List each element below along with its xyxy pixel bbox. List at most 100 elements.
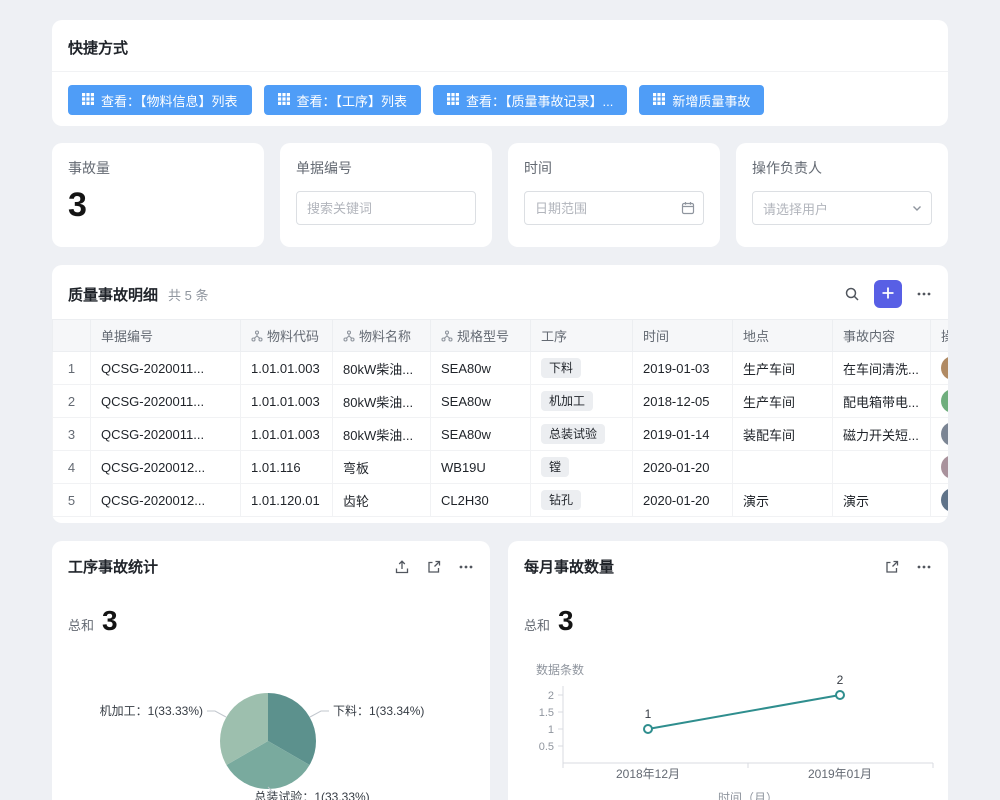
table-row[interactable]: 2 QCSG-2020011... 1.01.01.003 80kW柴油... … xyxy=(53,385,949,418)
detail-table-title: 质量事故明细 xyxy=(68,284,158,305)
process-tag: 钻孔 xyxy=(541,490,581,510)
col-process[interactable]: 工序 xyxy=(531,320,633,352)
col-spec[interactable]: 规格型号 xyxy=(431,320,531,352)
expand-icon[interactable] xyxy=(884,559,900,575)
chevron-down-icon xyxy=(911,202,923,214)
add-quality-accident-button[interactable]: 新增质量事故 xyxy=(639,85,764,115)
doc-no-search-input[interactable] xyxy=(296,191,476,225)
cell-time: 2019-01-14 xyxy=(633,418,733,451)
cell-spec: SEA80w xyxy=(431,418,531,451)
col-material-code[interactable]: 物料代码 xyxy=(241,320,333,352)
process-pie-chart: 机加工：1(33.33%) 下料：1(33.34%) 总装试验：1(33.33%… xyxy=(52,681,490,800)
cell-operator xyxy=(931,451,949,484)
more-icon[interactable] xyxy=(916,559,932,575)
y-tick: 1 xyxy=(548,724,554,736)
y-tick: 0.5 xyxy=(539,741,554,753)
detail-table: 单据编号 物料代码 物料名称 规格型号 工序 时间 地点 事故内容 操作负责人 … xyxy=(52,319,948,517)
process-tag: 机加工 xyxy=(541,391,593,411)
cell-operator xyxy=(931,418,949,451)
cell-spec: SEA80w xyxy=(431,385,531,418)
data-point[interactable] xyxy=(836,691,844,699)
cell-place: 装配车间 xyxy=(733,418,833,451)
cell-operator xyxy=(931,352,949,385)
col-material-name[interactable]: 物料名称 xyxy=(333,320,431,352)
expand-icon[interactable] xyxy=(426,559,442,575)
cell-doc-no: QCSG-2020011... xyxy=(91,352,241,385)
cell-content: 磁力开关短... xyxy=(833,418,931,451)
col-doc-no[interactable]: 单据编号 xyxy=(91,320,241,352)
grid-icon xyxy=(278,93,290,108)
dashboard-page: 快捷方式 查看：【物料信息】列表 查看：【工序】列表 查看：【质量事故记录】..… xyxy=(0,0,1000,800)
row-index: 4 xyxy=(53,451,91,484)
table-row[interactable]: 1 QCSG-2020011... 1.01.01.003 80kW柴油... … xyxy=(53,352,949,385)
pie-label-jijiagong: 机加工：1(33.33%) xyxy=(100,704,203,718)
cell-material-name: 80kW柴油... xyxy=(333,385,431,418)
cell-material-name: 80kW柴油... xyxy=(333,418,431,451)
x-axis-name: 时间（月） xyxy=(718,791,778,800)
cell-spec: WB19U xyxy=(431,451,531,484)
line-series xyxy=(648,695,840,729)
table-row[interactable]: 3 QCSG-2020011... 1.01.01.003 80kW柴油... … xyxy=(53,418,949,451)
cell-place: 演示 xyxy=(733,484,833,517)
date-range-input[interactable] xyxy=(524,191,704,225)
user-select[interactable]: 请选择用户 xyxy=(752,191,932,225)
operator-label: 操作负责人 xyxy=(752,158,932,178)
relation-icon xyxy=(343,330,355,345)
export-icon[interactable] xyxy=(394,559,410,575)
add-record-button[interactable] xyxy=(874,280,902,308)
time-label: 时间 xyxy=(524,158,704,178)
y-tick: 1.5 xyxy=(539,707,554,719)
col-content[interactable]: 事故内容 xyxy=(833,320,931,352)
process-tag: 下料 xyxy=(541,358,581,378)
grid-icon xyxy=(447,93,459,108)
cell-material-code: 1.01.01.003 xyxy=(241,385,333,418)
more-icon[interactable] xyxy=(458,559,474,575)
col-time[interactable]: 时间 xyxy=(633,320,733,352)
cell-spec: CL2H30 xyxy=(431,484,531,517)
cell-process: 总装试验 xyxy=(531,418,633,451)
col-operator[interactable]: 操作负责人 xyxy=(931,320,949,352)
accident-count-label: 事故量 xyxy=(68,158,248,178)
button-label: 查看：【物料信息】列表 xyxy=(101,91,238,110)
cell-place xyxy=(733,451,833,484)
table-header-row: 单据编号 物料代码 物料名称 规格型号 工序 时间 地点 事故内容 操作负责人 xyxy=(53,320,949,352)
data-point[interactable] xyxy=(644,725,652,733)
cell-process: 镗 xyxy=(531,451,633,484)
pie-leader-right xyxy=(310,711,329,717)
row-index: 3 xyxy=(53,418,91,451)
table-row[interactable]: 4 QCSG-2020012... 1.01.116 弯板 WB19U 镗 20… xyxy=(53,451,949,484)
cell-place: 生产车间 xyxy=(733,385,833,418)
cell-doc-no: QCSG-2020011... xyxy=(91,385,241,418)
y-axis-name: 数据条数 xyxy=(536,662,584,677)
operator-filter-card: 操作负责人 请选择用户 xyxy=(736,143,948,247)
search-icon[interactable] xyxy=(844,286,860,302)
table-row[interactable]: 5 QCSG-2020012... 1.01.120.01 齿轮 CL2H30 … xyxy=(53,484,949,517)
cell-time: 2018-12-05 xyxy=(633,385,733,418)
process-tag: 总装试验 xyxy=(541,424,605,444)
monthly-accidents-title: 每月事故数量 xyxy=(524,556,614,577)
view-quality-records-button[interactable]: 查看：【质量事故记录】... xyxy=(433,85,627,115)
cell-operator xyxy=(931,385,949,418)
shortcuts-row: 查看：【物料信息】列表 查看：【工序】列表 查看：【质量事故记录】... 新增质… xyxy=(52,72,948,128)
doc-no-filter-card: 单据编号 xyxy=(280,143,492,247)
detail-table-count: 共 5 条 xyxy=(168,285,208,304)
avatar xyxy=(941,389,948,413)
view-process-list-button[interactable]: 查看：【工序】列表 xyxy=(264,85,422,115)
process-stats-card: 工序事故统计 总和 3 机加工：1(3 xyxy=(52,541,490,800)
col-place[interactable]: 地点 xyxy=(733,320,833,352)
cell-material-code: 1.01.116 xyxy=(241,451,333,484)
more-icon[interactable] xyxy=(916,286,932,302)
avatar xyxy=(941,422,948,446)
calendar-icon xyxy=(681,201,695,215)
cell-doc-no: QCSG-2020012... xyxy=(91,451,241,484)
cell-material-name: 弯板 xyxy=(333,451,431,484)
quality-accident-detail-card: 质量事故明细 共 5 条 单据编号 xyxy=(52,265,948,523)
accident-count-value: 3 xyxy=(68,188,248,222)
pie-label-zongzhuangshiyan: 总装试验：1(33.33%) xyxy=(254,789,369,800)
cell-doc-no: QCSG-2020011... xyxy=(91,418,241,451)
point-label: 2 xyxy=(837,673,844,687)
view-material-list-button[interactable]: 查看：【物料信息】列表 xyxy=(68,85,252,115)
x-tick: 2019年01月 xyxy=(808,767,872,781)
row-index: 1 xyxy=(53,352,91,385)
avatar xyxy=(941,488,948,512)
